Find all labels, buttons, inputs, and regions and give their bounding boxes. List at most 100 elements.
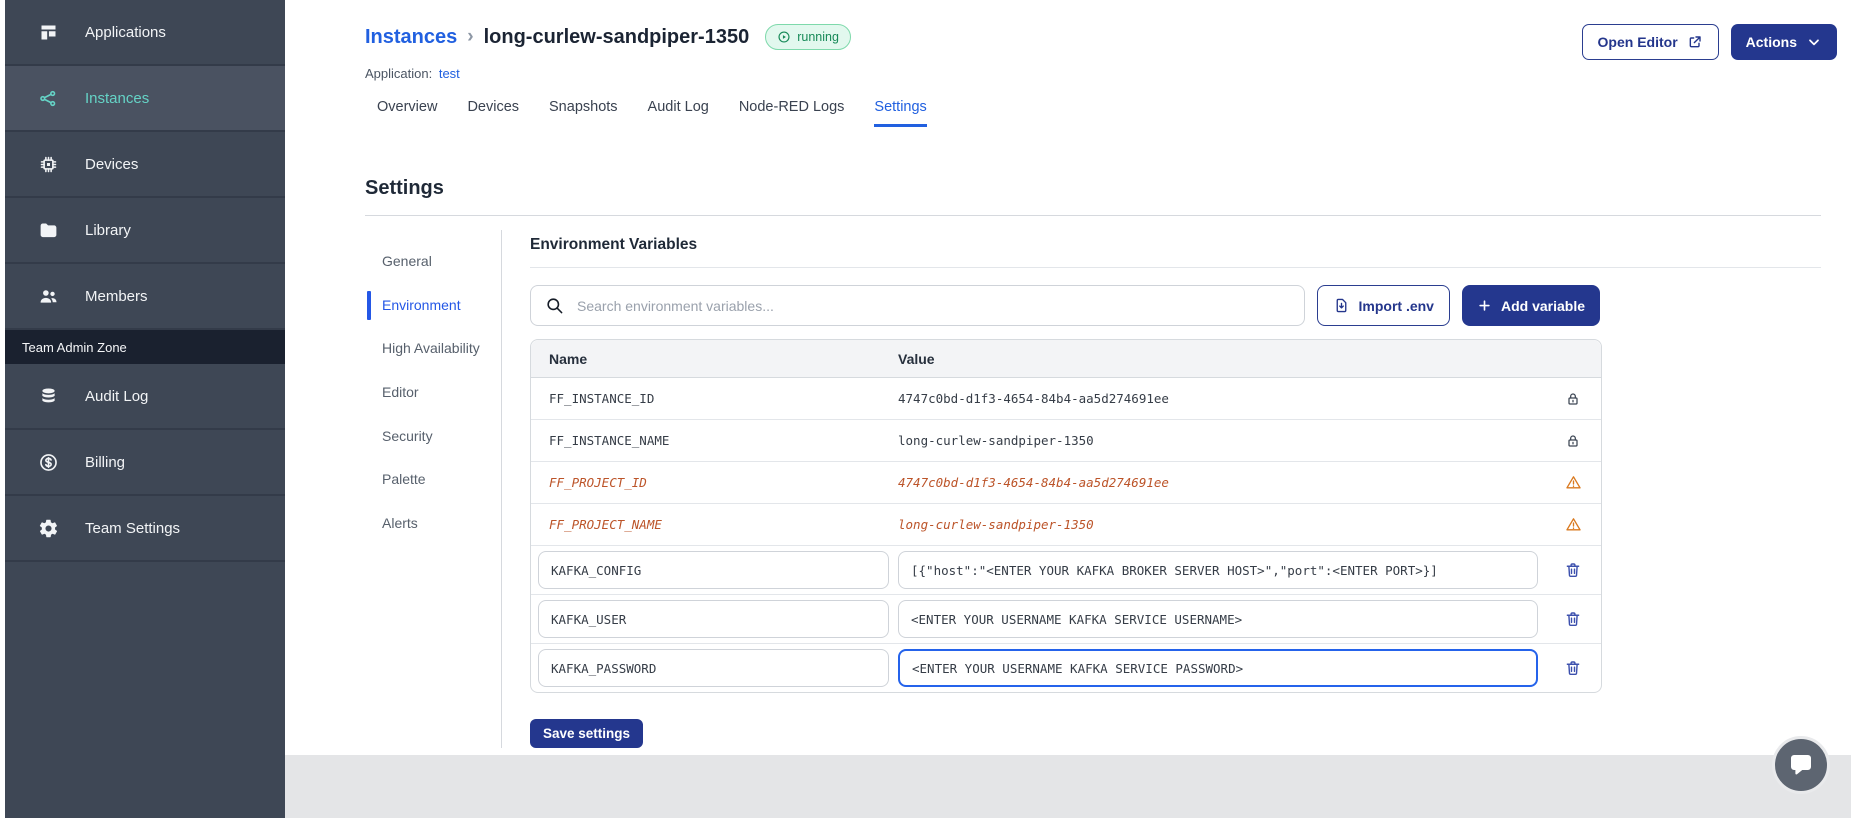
- env-vars-table-header: Name Value: [531, 340, 1601, 378]
- tab-audit-log[interactable]: Audit Log: [648, 99, 709, 127]
- env-name: FF_INSTANCE_ID: [549, 391, 655, 406]
- footer-strip: [285, 755, 1851, 818]
- team-admin-zone-label: Team Admin Zone: [5, 330, 285, 364]
- folder-icon: [38, 220, 59, 241]
- env-vars-controls: Import .env Add variable: [530, 285, 1600, 326]
- import-env-label: Import .env: [1358, 297, 1434, 314]
- search-icon: [545, 296, 564, 315]
- env-var-row-ff-project-id: FF_PROJECT_ID 4747c0bd-d1f3-4654-84b4-aa…: [531, 462, 1601, 504]
- settings-content: Environment Variables Import .env A: [502, 230, 1821, 748]
- actions-button[interactable]: Actions: [1730, 24, 1837, 60]
- settings-nav-editor[interactable]: Editor: [365, 371, 501, 415]
- delete-variable-button[interactable]: [1564, 561, 1582, 579]
- sidebar-item-members[interactable]: Members: [5, 264, 285, 330]
- sidebar-item-devices[interactable]: Devices: [5, 132, 285, 198]
- column-header-name: Name: [549, 350, 588, 367]
- tab-snapshots[interactable]: Snapshots: [549, 99, 618, 127]
- header-actions: Open Editor Actions: [1581, 24, 1837, 60]
- save-settings-button[interactable]: Save settings: [530, 719, 644, 748]
- sidebar: Applications Instances Devices Library M…: [5, 0, 285, 818]
- tab-node-red-logs[interactable]: Node-RED Logs: [739, 99, 845, 127]
- chat-widget-button[interactable]: [1772, 736, 1830, 794]
- settings-divider: [365, 215, 1821, 216]
- env-name-input[interactable]: [538, 649, 889, 687]
- sidebar-item-label: Billing: [85, 453, 126, 471]
- delete-variable-button[interactable]: [1564, 659, 1582, 677]
- chat-icon: [1786, 750, 1816, 780]
- sidebar-item-label: Applications: [85, 23, 166, 41]
- settings-nav: General Environment High Availability Edito…: [365, 230, 502, 748]
- sidebar-item-label: Audit Log: [85, 387, 149, 405]
- application-line: Application: test: [285, 60, 1851, 81]
- sidebar-item-instances[interactable]: Instances: [5, 66, 285, 132]
- status-label: running: [797, 30, 839, 44]
- env-value-input[interactable]: [898, 649, 1538, 687]
- sidebar-item-library[interactable]: Library: [5, 198, 285, 264]
- settings-nav-high-availability[interactable]: High Availability: [365, 327, 501, 371]
- env-var-row-kafka-password: [531, 644, 1601, 692]
- env-vars-table: Name Value FF_INSTANCE_ID 4747c0bd-d1f3-…: [530, 339, 1602, 693]
- instance-header: Instances › long-curlew-sandpiper-1350 r…: [285, 0, 1851, 60]
- settings-nav-alerts[interactable]: Alerts: [365, 502, 501, 546]
- instance-tabs: Overview Devices Snapshots Audit Log Node-RE…: [377, 99, 1837, 127]
- sidebar-item-label: Devices: [85, 155, 139, 173]
- search-input[interactable]: [575, 296, 1290, 315]
- breadcrumb-instances-link[interactable]: Instances: [365, 26, 457, 49]
- env-value-input[interactable]: [898, 600, 1538, 638]
- env-value: long-curlew-sandpiper-1350: [898, 433, 1094, 448]
- tab-devices[interactable]: Devices: [467, 99, 519, 127]
- settings-nav-palette[interactable]: Palette: [365, 458, 501, 502]
- chip-icon: [38, 154, 59, 175]
- env-name-input[interactable]: [538, 551, 889, 589]
- sidebar-nav: Applications Instances Devices Library M…: [5, 0, 285, 330]
- settings-nav-security[interactable]: Security: [365, 415, 501, 459]
- env-name: FF_PROJECT_NAME: [549, 517, 662, 532]
- lock-icon: [1565, 391, 1581, 407]
- application-link[interactable]: test: [439, 66, 460, 81]
- env-vars-table-body: FF_INSTANCE_ID 4747c0bd-d1f3-4654-84b4-a…: [531, 378, 1601, 692]
- env-value: long-curlew-sandpiper-1350: [898, 517, 1094, 532]
- sidebar-item-label: Instances: [85, 89, 150, 107]
- application-label: Application:: [365, 66, 433, 81]
- sidebar-item-team-settings[interactable]: Team Settings: [5, 496, 285, 562]
- external-link-icon: [1687, 34, 1703, 50]
- sidebar-item-applications[interactable]: Applications: [5, 0, 285, 66]
- env-var-row-ff-project-name: FF_PROJECT_NAME long-curlew-sandpiper-13…: [531, 504, 1601, 546]
- delete-variable-button[interactable]: [1564, 610, 1582, 628]
- tab-overview[interactable]: Overview: [377, 99, 437, 127]
- sidebar-item-label: Team Settings: [85, 519, 181, 537]
- database-icon: [38, 386, 59, 407]
- lock-icon: [1565, 433, 1581, 449]
- warning-icon: [1565, 474, 1582, 491]
- env-name: FF_PROJECT_ID: [549, 475, 647, 490]
- gear-icon: [38, 518, 59, 539]
- env-vars-title: Environment Variables: [530, 236, 1821, 268]
- sidebar-admin-nav: Audit Log Billing Team Settings: [5, 364, 285, 562]
- import-env-button[interactable]: Import .env: [1316, 285, 1450, 326]
- actions-label: Actions: [1745, 34, 1797, 50]
- sidebar-item-label: Members: [85, 287, 148, 305]
- breadcrumb: Instances › long-curlew-sandpiper-1350 r…: [365, 24, 851, 50]
- settings-section: Settings General Environment High Availabi…: [365, 177, 1821, 748]
- warning-icon: [1565, 516, 1582, 533]
- sidebar-item-billing[interactable]: Billing: [5, 430, 285, 496]
- import-env-icon: [1333, 297, 1350, 314]
- open-editor-button[interactable]: Open Editor: [1581, 24, 1719, 60]
- dollar-icon: [38, 452, 59, 473]
- main-content: Instances › long-curlew-sandpiper-1350 r…: [285, 0, 1851, 826]
- settings-nav-environment[interactable]: Environment: [365, 284, 501, 328]
- env-var-row-ff-instance-id: FF_INSTANCE_ID 4747c0bd-d1f3-4654-84b4-a…: [531, 378, 1601, 420]
- add-variable-button[interactable]: Add variable: [1461, 285, 1600, 326]
- add-variable-label: Add variable: [1500, 297, 1585, 314]
- breadcrumb-separator-icon: ›: [467, 26, 474, 47]
- tab-settings[interactable]: Settings: [874, 99, 927, 127]
- env-name: FF_INSTANCE_NAME: [549, 433, 670, 448]
- instance-name-title: long-curlew-sandpiper-1350: [483, 25, 750, 48]
- env-value-input[interactable]: [898, 551, 1538, 589]
- env-name-input[interactable]: [538, 600, 889, 638]
- sidebar-item-audit-log[interactable]: Audit Log: [5, 364, 285, 430]
- settings-nav-general[interactable]: General: [365, 240, 501, 284]
- env-var-row-kafka-config: [531, 546, 1601, 595]
- instances-icon: [38, 88, 59, 109]
- applications-icon: [38, 22, 59, 43]
